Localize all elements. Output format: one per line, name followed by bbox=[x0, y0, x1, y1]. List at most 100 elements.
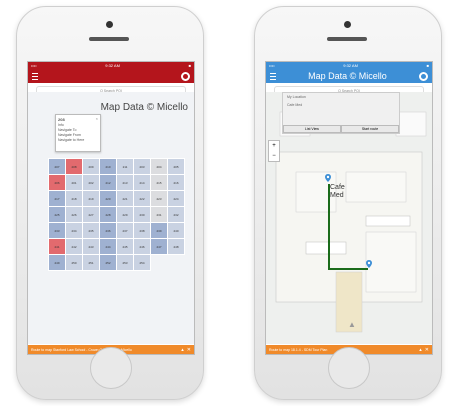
room-214[interactable]: 214 bbox=[133, 174, 151, 191]
dropdown-item-my-location[interactable]: My Location bbox=[283, 93, 399, 101]
room-246[interactable]: 246 bbox=[133, 238, 151, 255]
menu-icon[interactable] bbox=[32, 72, 38, 80]
room-popup: × 208 Info Navigate To Navigate From Nav… bbox=[55, 114, 101, 152]
room-210[interactable]: 210 bbox=[99, 158, 117, 175]
room-241[interactable]: 241 bbox=[48, 238, 66, 255]
cafe-label-line-1: Cafe bbox=[330, 184, 345, 191]
room-234[interactable]: 234 bbox=[65, 222, 83, 239]
list-view-button[interactable]: List View bbox=[283, 125, 341, 133]
battery-icon: ■ bbox=[188, 63, 191, 68]
room-219[interactable]: 219 bbox=[82, 190, 100, 207]
room-239[interactable]: 239 bbox=[150, 222, 168, 239]
room-208[interactable]: 208 bbox=[65, 158, 83, 175]
room-253[interactable]: 253 bbox=[116, 254, 134, 271]
popup-info-link[interactable]: Info bbox=[58, 123, 98, 127]
room-213[interactable]: 213 bbox=[116, 174, 134, 191]
room-209[interactable]: 209 bbox=[82, 158, 100, 175]
route-bar-text: Route to map 18.1.4 - SDM Tour Plan bbox=[269, 347, 328, 352]
close-icon[interactable]: × bbox=[96, 116, 98, 121]
expand-icon[interactable]: ▴ bbox=[419, 347, 422, 353]
room-216[interactable]: 216 bbox=[167, 174, 185, 191]
zoom-in-button[interactable]: + bbox=[269, 141, 279, 151]
room-204[interactable]: 204 bbox=[150, 158, 168, 175]
room-207[interactable]: 207 bbox=[48, 158, 66, 175]
status-bar: •••• 9:32 AM ■ bbox=[28, 62, 194, 69]
start-route-button[interactable]: Start route bbox=[341, 125, 399, 133]
room-236[interactable]: 236 bbox=[99, 222, 117, 239]
room-250[interactable]: 250 bbox=[65, 254, 83, 271]
room-248[interactable]: 248 bbox=[167, 238, 185, 255]
room-224[interactable]: 224 bbox=[167, 190, 185, 207]
room-233[interactable]: 233 bbox=[48, 222, 66, 239]
room-229[interactable]: 229 bbox=[116, 206, 134, 223]
left-phone: •••• 9:32 AM ■ Q Search POI 207 208 209 210… bbox=[16, 6, 204, 400]
right-screen: •••• 9:32 AM ■ Map Data © Micello Q Sear… bbox=[265, 61, 433, 355]
carrier-text: •••• bbox=[31, 63, 37, 68]
room-237[interactable]: 237 bbox=[116, 222, 134, 239]
room-225[interactable]: 225 bbox=[48, 206, 66, 223]
close-route-icon[interactable]: ✕ bbox=[187, 347, 191, 353]
zoom-out-button[interactable]: − bbox=[269, 151, 279, 161]
popup-navigate-from-link[interactable]: Navigate From bbox=[58, 133, 98, 137]
home-button[interactable] bbox=[328, 347, 370, 389]
room-218[interactable]: 218 bbox=[65, 190, 83, 207]
room-231[interactable]: 231 bbox=[150, 206, 168, 223]
menu-icon[interactable] bbox=[270, 72, 276, 80]
room-230[interactable]: 230 bbox=[133, 206, 151, 223]
popup-navigate-here-link[interactable]: Navigate to Here bbox=[58, 138, 98, 142]
room-254[interactable]: 254 bbox=[133, 254, 151, 271]
room-238[interactable]: 238 bbox=[133, 222, 151, 239]
room-217[interactable]: 217 bbox=[48, 190, 66, 207]
room-206[interactable]: 206 bbox=[48, 174, 66, 191]
room-226[interactable]: 226 bbox=[65, 206, 83, 223]
room-205[interactable]: 205 bbox=[167, 158, 185, 175]
room-227[interactable]: 227 bbox=[82, 206, 100, 223]
room-222[interactable]: 222 bbox=[133, 190, 151, 207]
room-215[interactable]: 215 bbox=[150, 174, 168, 191]
cafe-label: Cafe Med bbox=[330, 184, 345, 200]
dropdown-item-cafe[interactable]: Cafe Med bbox=[283, 101, 399, 109]
room-243[interactable]: 243 bbox=[82, 238, 100, 255]
app-bar bbox=[28, 69, 194, 83]
room-211[interactable]: 211 bbox=[116, 158, 134, 175]
room-228[interactable]: 228 bbox=[99, 206, 117, 223]
home-button[interactable] bbox=[90, 347, 132, 389]
speaker bbox=[89, 37, 129, 41]
room-244[interactable]: 244 bbox=[99, 238, 117, 255]
gear-icon[interactable] bbox=[418, 71, 428, 81]
room-242[interactable]: 242 bbox=[65, 238, 83, 255]
close-route-icon[interactable]: ✕ bbox=[425, 347, 429, 353]
popup-navigate-to-link[interactable]: Navigate To bbox=[58, 128, 98, 132]
gear-icon[interactable] bbox=[181, 71, 190, 81]
cafe-label-line-2: Med bbox=[330, 192, 344, 199]
room-235[interactable]: 235 bbox=[82, 222, 100, 239]
room-212[interactable]: 212 bbox=[99, 174, 117, 191]
room-251[interactable]: 251 bbox=[82, 254, 100, 271]
room-245[interactable]: 245 bbox=[116, 238, 134, 255]
left-screen: •••• 9:32 AM ■ Q Search POI 207 208 209 210… bbox=[27, 61, 195, 355]
route-dropdown: My Location Cafe Med List View Start rou… bbox=[282, 92, 400, 134]
zoom-control[interactable]: + − bbox=[268, 140, 280, 162]
destination-pin-icon[interactable] bbox=[366, 260, 372, 268]
room-221[interactable]: 221 bbox=[116, 190, 134, 207]
room-240[interactable]: 240 bbox=[167, 222, 185, 239]
speaker bbox=[327, 37, 367, 41]
carrier-text: •••• bbox=[269, 63, 275, 68]
room-201[interactable]: 201 bbox=[65, 174, 83, 191]
room-203[interactable]: 203 bbox=[133, 158, 151, 175]
start-pin-icon[interactable] bbox=[325, 174, 331, 182]
room-249[interactable]: 249 bbox=[48, 254, 66, 271]
expand-icon[interactable]: ▴ bbox=[181, 347, 184, 353]
room-232[interactable]: 232 bbox=[167, 206, 185, 223]
app-title: Map Data © Micello bbox=[308, 71, 387, 81]
camera-icon bbox=[344, 21, 351, 28]
room-252[interactable]: 252 bbox=[99, 254, 117, 271]
room-202[interactable]: 202 bbox=[82, 174, 100, 191]
room-223[interactable]: 223 bbox=[150, 190, 168, 207]
app-bar: Map Data © Micello bbox=[266, 69, 432, 83]
route-line-horizontal bbox=[328, 268, 368, 270]
room-220[interactable]: 220 bbox=[99, 190, 117, 207]
battery-icon: ■ bbox=[426, 63, 429, 68]
room-247[interactable]: 247 bbox=[150, 238, 168, 255]
floor-map[interactable]: 207 208 209 210 211 203 204 205 206 201 202 212 213 2… bbox=[28, 92, 194, 344]
